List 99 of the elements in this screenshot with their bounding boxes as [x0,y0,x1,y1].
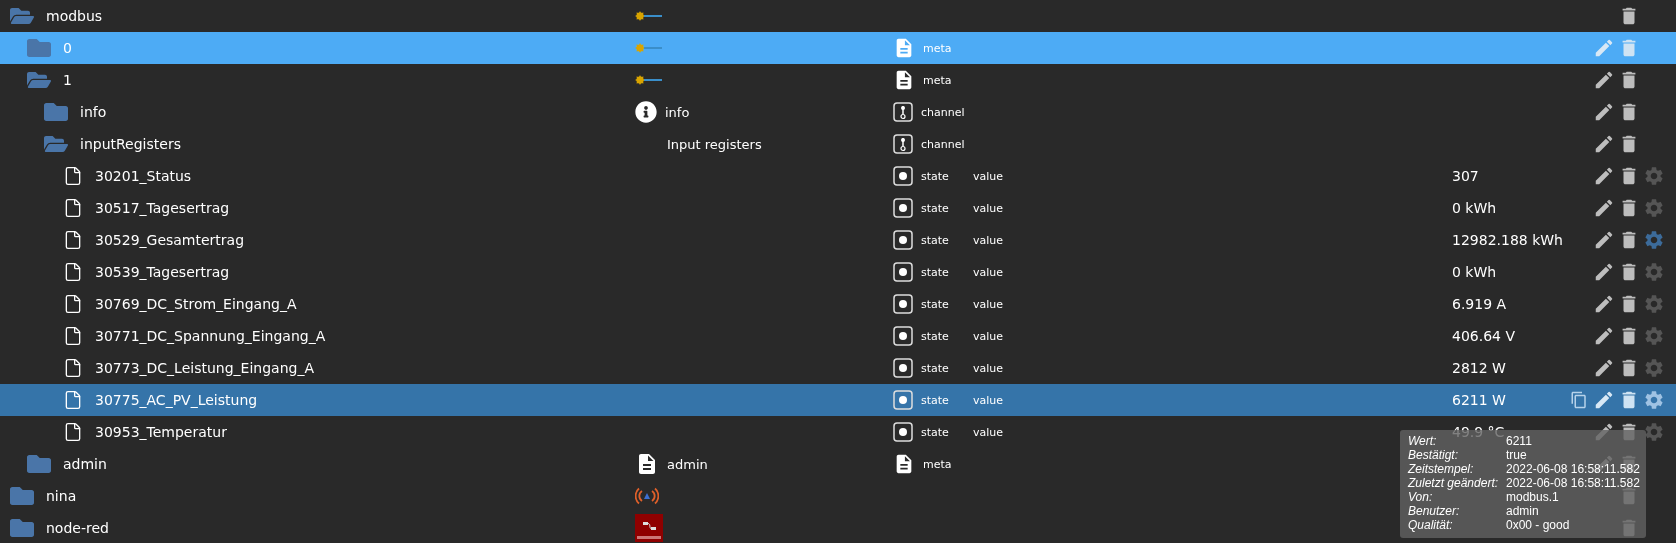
object-role: value [973,201,1004,215]
tooltip-value: modbus.1 [1506,490,1560,504]
object-id: 30773_DC_Leistung_Eingang_A [95,360,314,376]
tooltip-label: Benutzer: [1408,504,1461,518]
state-value: 0 kWh [1452,200,1497,216]
object-type: state [921,329,949,343]
state-icon [893,294,913,314]
object-id: nina [46,488,77,504]
file-icon [63,422,83,442]
object-type: channel [921,137,965,151]
state-value: 406.64 V [1452,328,1515,344]
file-icon [63,390,83,410]
flow-logo-icon [635,514,663,542]
folder-icon[interactable] [27,452,51,476]
state-icon [893,326,913,346]
folder-icon[interactable] [10,516,34,540]
object-name: Input registers [667,136,762,152]
tooltip-label: Von: [1408,490,1434,504]
object-type: state [921,169,949,183]
object-id: inputRegisters [80,136,181,152]
object-type: meta [923,73,952,87]
object-role: value [973,233,1004,247]
folder-icon[interactable] [10,484,34,508]
object-id: 30529_Gesamtertrag [95,232,245,248]
object-type: state [921,233,949,247]
settings-button[interactable] [1642,388,1666,412]
file-icon [63,262,83,282]
file-icon [63,294,83,314]
tooltip-label: Wert: [1408,434,1438,448]
tooltip-value: 6211 [1506,434,1533,448]
broadcast-icon [635,487,659,505]
object-role: value [973,361,1004,375]
object-id: info [80,104,107,120]
object-type: state [921,265,949,279]
object-id: 30771_DC_Spannung_Eingang_A [95,328,326,344]
object-id: 30517_Tagesertrag [95,200,230,216]
object-type: state [921,393,949,407]
object-name: admin [667,456,708,472]
object-type: state [921,297,949,311]
object-id: 30775_AC_PV_Leistung [95,392,258,408]
object-role: value [973,297,1004,311]
state-icon [893,390,913,410]
object-type: state [921,425,949,439]
gear-logo-icon [635,43,663,53]
gear-logo-icon [635,75,663,85]
object-type: meta [923,457,952,471]
tooltip-value: 2022-06-08 16:58:11.582 [1506,476,1640,490]
state-icon [893,262,913,282]
object-role: value [973,393,1004,407]
info-icon [635,101,657,123]
object-type: state [921,361,949,375]
state-icon [893,422,913,442]
object-id: 30539_Tagesertrag [95,264,230,280]
state-value: 307 [1452,168,1479,184]
gear-logo-icon [635,11,663,21]
tooltip-value: admin [1506,504,1540,518]
settings-button[interactable] [1642,420,1666,444]
object-id: 30201_Status [95,168,192,184]
channel-icon [893,134,913,154]
state-value: 12982.188 kWh [1452,232,1563,248]
tooltip-value: 0x00 - good [1506,518,1571,532]
state-value: 2812 W [1452,360,1506,376]
object-name: info [665,104,690,120]
object-id: modbus [46,8,103,24]
state-value: 6.919 A [1452,296,1507,312]
object-role: value [973,265,1004,279]
object-id: 0 [63,40,72,56]
tooltip-label: Bestätigt: [1408,448,1460,462]
file-icon [63,326,83,346]
tooltip-label: Qualität: [1408,518,1454,532]
tooltip-value: true [1506,448,1528,462]
object-type: state [921,201,949,215]
object-type: meta [923,41,952,55]
object-role: value [973,425,1004,439]
tooltip-label: Zuletzt geändert: [1408,476,1500,490]
object-id: node-red [46,520,109,536]
file-icon [63,198,83,218]
object-id: 30953_Temperatur [95,424,227,440]
object-type: channel [921,105,965,119]
object-role: value [973,329,1004,343]
state-value: 49.9 °C [1452,424,1505,440]
file-icon [63,358,83,378]
folder-icon[interactable] [44,100,68,124]
channel-icon [893,102,913,122]
state-icon [893,166,913,186]
object-id: admin [63,456,107,472]
object-id: 30769_DC_Strom_Eingang_A [95,296,297,312]
state-icon [893,198,913,218]
object-id: 1 [63,72,72,88]
file-icon [63,230,83,250]
object-role: value [973,169,1004,183]
file-icon [63,166,83,186]
state-value: 0 kWh [1452,264,1497,280]
tooltip-value: 2022-06-08 16:58:11.582 [1506,462,1640,476]
tooltip-label: Zeitstempel: [1408,462,1475,476]
state-icon [893,230,913,250]
selected-row[interactable]: 30775_AC_PV_Leistung state value 6211 W [0,384,1676,416]
state-value: 6211 W [1452,392,1506,408]
state-icon [893,358,913,378]
